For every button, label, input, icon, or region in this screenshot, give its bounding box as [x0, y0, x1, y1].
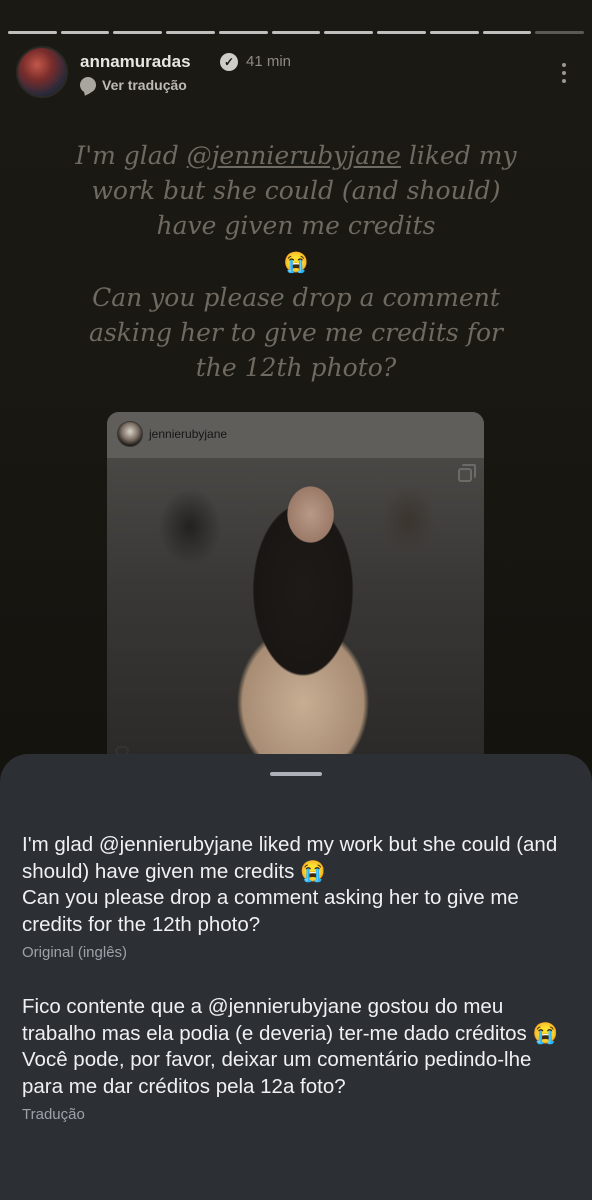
- progress-segment: [377, 31, 426, 34]
- sheet-drag-handle[interactable]: [270, 772, 322, 776]
- translated-text-block: Fico contente que a @jennierubyjane gost…: [22, 994, 572, 1123]
- username[interactable]: annamuradas: [80, 52, 191, 72]
- shared-post-header: jennierubyjane: [107, 412, 484, 458]
- progress-segment: [218, 31, 268, 34]
- shared-post-avatar: [117, 421, 143, 447]
- progress-segment: [113, 31, 163, 34]
- speech-bubble-icon: [80, 77, 96, 93]
- shared-post-card[interactable]: jennierubyjane: [107, 412, 484, 772]
- progress-segment: [271, 31, 321, 34]
- translation-bottom-sheet: I'm glad @jennierubyjane liked my work b…: [0, 754, 592, 1200]
- verified-badge-icon: ✓: [220, 53, 238, 71]
- shared-post-username: jennierubyjane: [149, 427, 228, 441]
- original-text: I'm glad @jennierubyjane liked my work b…: [22, 833, 558, 936]
- progress-segment: [535, 31, 585, 34]
- translation-caption: Tradução: [22, 1106, 85, 1123]
- translated-text: Fico contente que a @jennierubyjane gost…: [22, 995, 559, 1098]
- shared-post-photo: [107, 458, 484, 772]
- more-options-button[interactable]: [552, 58, 576, 88]
- original-text-block: I'm glad @jennierubyjane liked my work b…: [22, 832, 572, 961]
- progress-segment: [8, 31, 57, 34]
- story-header: annamuradas ✓ 41 min Ver tradução: [16, 44, 576, 100]
- progress-segment: [324, 31, 374, 34]
- story-progress-bar: [8, 31, 585, 34]
- story-mention-link[interactable]: @jennierubyjane: [187, 141, 401, 170]
- see-translation-label: Ver tradução: [102, 77, 187, 93]
- story-text-overlay: I'm glad @jennierubyjane liked my work b…: [70, 138, 522, 385]
- see-translation-link[interactable]: Ver tradução: [80, 77, 187, 93]
- progress-segment: [60, 31, 110, 34]
- progress-segment: [166, 31, 215, 34]
- story-text-request: Can you please drop a comment asking her…: [89, 283, 503, 382]
- post-time: 41 min: [246, 53, 292, 70]
- crying-emoji: 😭: [283, 250, 309, 274]
- carousel-icon: [458, 464, 476, 482]
- story-text-intro: I'm glad: [75, 141, 187, 170]
- avatar[interactable]: [16, 46, 68, 98]
- progress-segment: [482, 31, 532, 34]
- progress-segment: [429, 31, 479, 34]
- original-language-caption: Original (inglês): [22, 944, 128, 961]
- more-options-icon: [562, 63, 566, 67]
